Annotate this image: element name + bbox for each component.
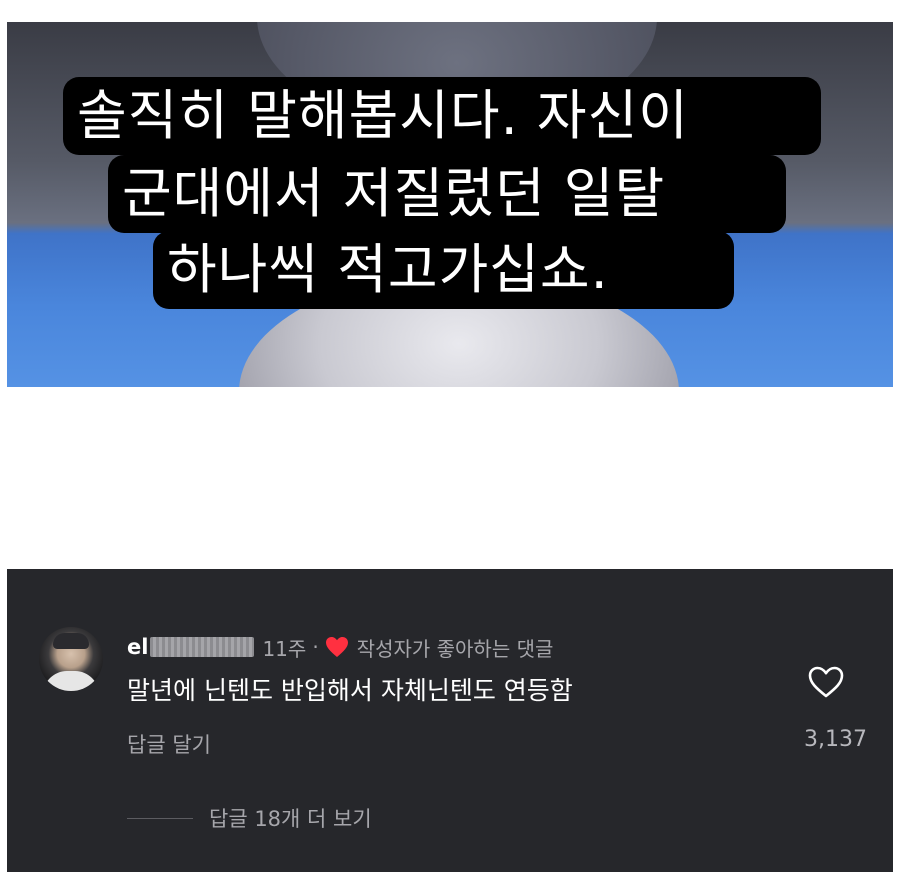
comment-time: 11주	[262, 636, 307, 661]
replies-divider	[127, 817, 193, 819]
username[interactable]: el	[127, 635, 148, 659]
view-more-replies-button[interactable]: 답글 18개 더 보기	[127, 803, 372, 833]
avatar-shirt	[43, 671, 99, 691]
avatar-cap	[53, 633, 89, 649]
story-image: 솔직히 말해봅시다. 자신이 군대에서 저질렀던 일탈 하나씩 적고가십쇼.	[7, 22, 893, 387]
story-caption: 솔직히 말해봅시다. 자신이 군대에서 저질렀던 일탈 하나씩 적고가십쇼.	[7, 22, 893, 387]
comment-panel: el 11주 · 작성자가 좋아하는 댓글 말년에 닌텐도 반입해서 자체닌텐도…	[7, 569, 893, 872]
caption-line-3: 하나씩 적고가십쇼.	[153, 231, 734, 309]
meta-separator: ·	[312, 635, 319, 659]
heart-filled-icon	[325, 637, 348, 657]
avatar[interactable]	[39, 627, 103, 691]
page: 솔직히 말해봅시다. 자신이 군대에서 저질렀던 일탈 하나씩 적고가십쇼. e…	[0, 0, 900, 887]
reply-button[interactable]: 답글 달기	[127, 729, 211, 759]
author-liked-label: 작성자가 좋아하는 댓글	[356, 636, 554, 661]
like-count: 3,137	[804, 727, 867, 752]
username-redaction	[150, 637, 255, 657]
caption-line-1: 솔직히 말해봅시다. 자신이	[63, 77, 821, 155]
more-replies-label: 답글 18개 더 보기	[209, 807, 372, 831]
heart-outline-icon[interactable]	[807, 665, 845, 699]
comment-meta: el 11주 · 작성자가 좋아하는 댓글	[127, 631, 553, 663]
caption-line-2: 군대에서 저질렀던 일탈	[108, 155, 786, 233]
comment-text: 말년에 닌텐도 반입해서 자체닌텐도 연등함	[127, 676, 573, 705]
